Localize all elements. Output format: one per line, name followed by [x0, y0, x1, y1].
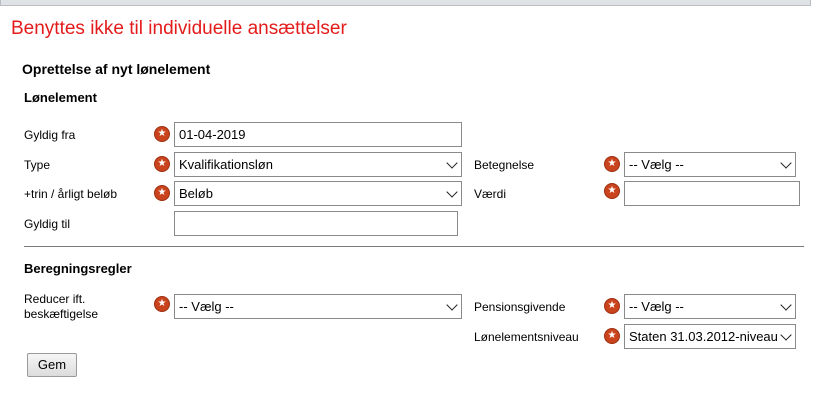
vaerdi-label: Værdi — [474, 187, 507, 201]
betegnelse-select[interactable]: -- Vælg -- — [624, 152, 796, 177]
required-star-icon: ★ — [154, 156, 170, 172]
lonelementsniveau-select[interactable]: Staten 31.03.2012-niveau — [624, 324, 796, 349]
gyldig-fra-input[interactable] — [174, 122, 462, 147]
lonelementsniveau-label: Lønelementsniveau — [474, 330, 579, 344]
reducer-select-value: -- Vælg -- — [179, 299, 234, 314]
section-divider — [24, 246, 804, 247]
required-star-icon: ★ — [604, 156, 620, 172]
reducer-label-line1: Reducer ift. — [24, 292, 86, 306]
lonelementsniveau-select-value: Staten 31.03.2012-niveau — [629, 329, 778, 344]
reducer-label-line2: beskæftigelse — [24, 307, 99, 321]
section-title-lonelement: Lønelement — [24, 90, 97, 105]
chevron-down-icon — [780, 299, 792, 311]
trin-belob-select-value: Beløb — [179, 186, 213, 201]
required-star-icon: ★ — [604, 328, 620, 344]
section-title-beregningsregler: Beregningsregler — [24, 261, 132, 276]
reducer-select[interactable]: -- Vælg -- — [174, 294, 462, 319]
chevron-down-icon — [446, 299, 458, 311]
pensionsgivende-label: Pensionsgivende — [474, 300, 566, 314]
required-star-icon: ★ — [604, 183, 620, 199]
save-button[interactable]: Gem — [27, 353, 77, 377]
chevron-down-icon — [780, 157, 792, 169]
top-bar — [0, 0, 811, 6]
type-select[interactable]: Kvalifikationsløn — [174, 152, 462, 177]
chevron-down-icon — [446, 157, 458, 169]
type-select-value: Kvalifikationsløn — [179, 157, 273, 172]
pensionsgivende-select-value: -- Vælg -- — [629, 299, 684, 314]
required-star-icon: ★ — [154, 126, 170, 142]
warning-message: Benyttes ikke til individuelle ansættels… — [11, 18, 347, 39]
gyldig-fra-label: Gyldig fra — [24, 128, 76, 142]
betegnelse-label: Betegnelse — [474, 158, 535, 172]
required-star-icon: ★ — [604, 298, 620, 314]
chevron-down-icon — [446, 186, 458, 198]
gyldig-til-input[interactable] — [174, 211, 458, 236]
required-star-icon: ★ — [154, 296, 170, 312]
vaerdi-input[interactable] — [624, 181, 800, 206]
form-title: Oprettelse af nyt lønelement — [22, 61, 211, 77]
chevron-down-icon — [780, 329, 792, 341]
betegnelse-select-value: -- Vælg -- — [629, 157, 684, 172]
trin-belob-select[interactable]: Beløb — [174, 181, 462, 206]
gyldig-til-label: Gyldig til — [24, 217, 71, 231]
required-star-icon: ★ — [154, 185, 170, 201]
type-label: Type — [24, 158, 51, 172]
pensionsgivende-select[interactable]: -- Vælg -- — [624, 294, 796, 319]
trin-belob-label: +trin / årligt beløb — [24, 187, 118, 201]
